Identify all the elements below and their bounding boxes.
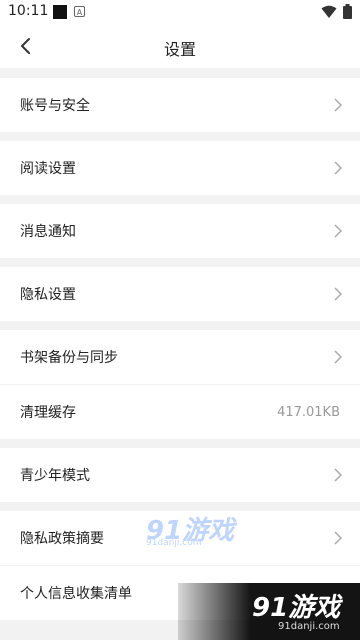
chevron-right-icon: [334, 350, 342, 364]
settings-item-label: 清理缓存: [20, 405, 76, 421]
chevron-right-icon: [334, 98, 342, 112]
settings-item-privacy[interactable]: 隐私设置: [0, 267, 360, 321]
settings-item-label: 账号与安全: [20, 98, 90, 114]
status-time: 10:11: [8, 3, 49, 19]
chevron-right-icon: [334, 531, 342, 545]
header-bar: 设置: [0, 24, 360, 68]
chevron-right-icon: [334, 287, 342, 301]
settings-item-label: 隐私设置: [20, 287, 76, 303]
settings-item-reading[interactable]: 阅读设置: [0, 141, 360, 195]
watermark-logo-corner: 91游戏 91danji.com: [178, 583, 360, 640]
page-title: 设置: [163, 40, 196, 59]
settings-item-label: 隐私政策摘要: [20, 531, 104, 547]
settings-item-teen-mode[interactable]: 青少年模式: [0, 448, 360, 502]
notification-a-icon: A: [74, 6, 85, 17]
cache-size-value: 417.01KB: [277, 404, 340, 420]
watermark-site: 91danji.com: [278, 621, 340, 632]
status-icons: [321, 4, 352, 19]
notification-square-icon: [53, 5, 67, 19]
settings-item-clear-cache[interactable]: 清理缓存 417.01KB: [0, 385, 360, 439]
watermark-site: 91danji.com: [146, 538, 202, 548]
chevron-right-icon: [334, 224, 342, 238]
watermark-logo: 91游戏 91danji.com: [146, 510, 246, 554]
settings-item-label: 消息通知: [20, 224, 76, 240]
status-bar: 10:11 A: [0, 0, 360, 24]
settings-item-notifications[interactable]: 消息通知: [0, 204, 360, 258]
settings-item-label: 青少年模式: [20, 468, 90, 484]
wifi-icon: [321, 5, 337, 18]
settings-item-label: 书架备份与同步: [20, 350, 118, 366]
settings-item-label: 个人信息收集清单: [20, 586, 132, 602]
settings-item-label: 阅读设置: [20, 161, 76, 177]
chevron-right-icon: [334, 161, 342, 175]
settings-item-bookshelf-backup[interactable]: 书架备份与同步: [0, 330, 360, 384]
chevron-right-icon: [334, 468, 342, 482]
settings-item-account-security[interactable]: 账号与安全: [0, 78, 360, 132]
watermark-brand: 91游戏: [252, 593, 341, 623]
battery-icon: [343, 4, 352, 19]
